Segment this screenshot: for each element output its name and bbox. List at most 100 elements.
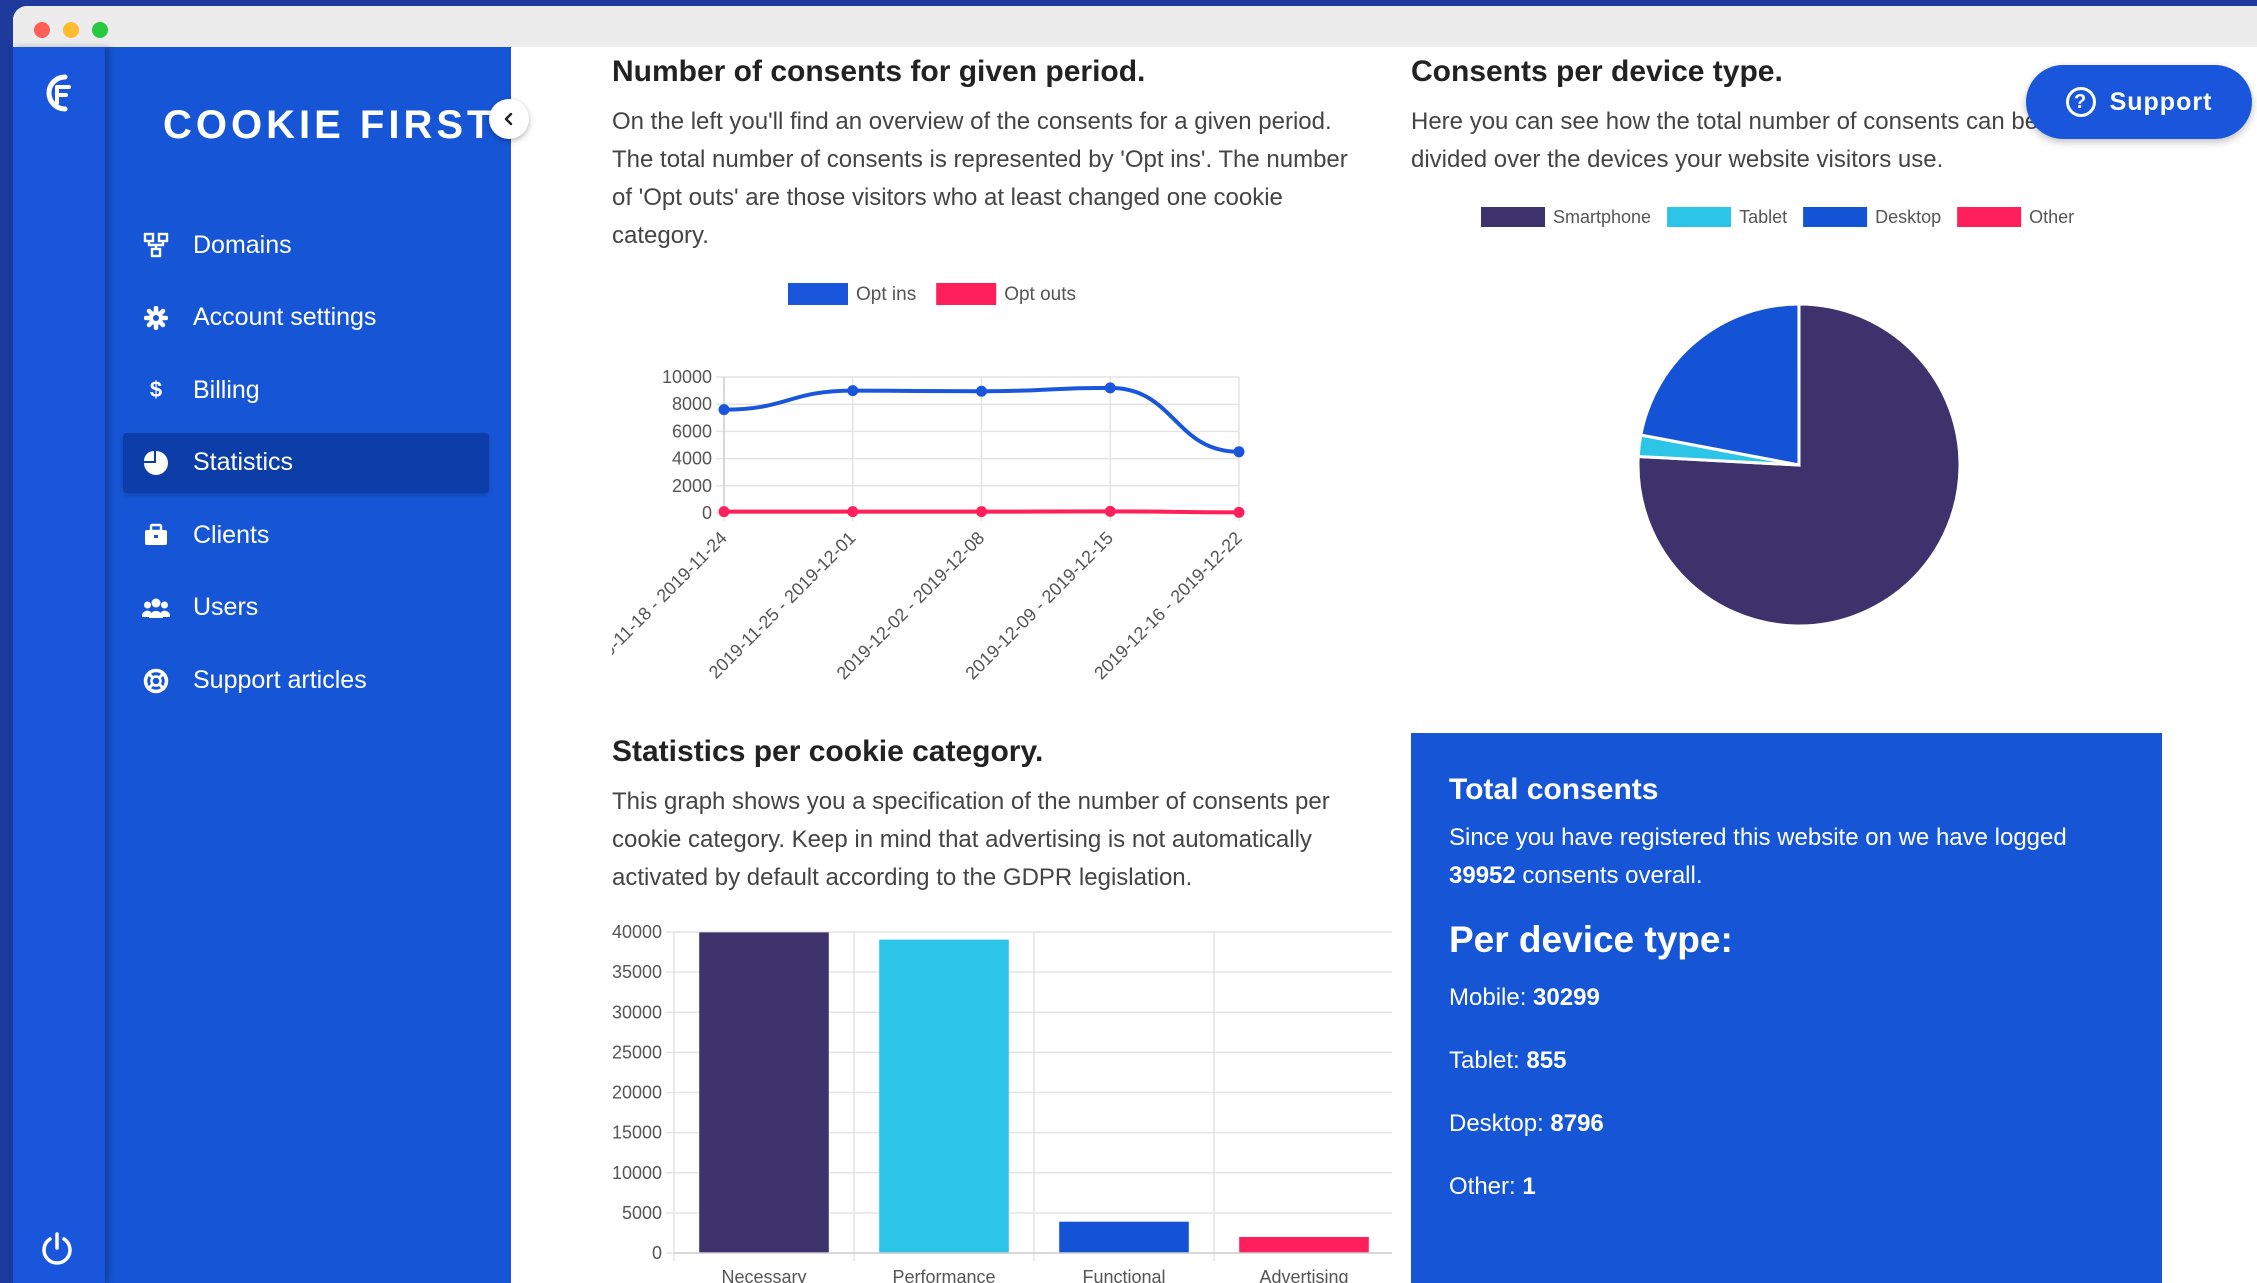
y-tick-label: 30000 xyxy=(612,1002,662,1022)
close-window-button[interactable] xyxy=(34,22,50,38)
x-tick-label: 2019-12-16 - 2019-12-22 xyxy=(1090,528,1246,684)
data-point xyxy=(1233,446,1245,458)
per-device-title: Per device type: xyxy=(1449,919,1733,960)
device-pie-chart: Smartphone Tablet Desktop Other xyxy=(1481,207,2074,628)
bar xyxy=(699,932,829,1253)
device-row-label: Tablet: xyxy=(1449,1047,1520,1074)
sidebar-nav: Domains Account settings $ Billing Stati… xyxy=(123,215,489,723)
cookie-first-logo-icon[interactable] xyxy=(35,69,79,117)
support-button[interactable]: ? Support xyxy=(2026,65,2252,139)
legend-swatch xyxy=(1481,207,1545,227)
period-description: On the left you'll find an overview of t… xyxy=(612,108,1348,249)
gear-icon xyxy=(141,303,171,333)
x-tick-label: 2019-11-18 - 2019-11-24 xyxy=(612,528,731,682)
sidebar-item-account-settings[interactable]: Account settings xyxy=(123,288,489,348)
legend-swatch xyxy=(1957,207,2022,227)
brand-name: COOKIE FIRST xyxy=(163,103,496,147)
x-tick-label: Advertising xyxy=(1259,1267,1348,1283)
device-row-label: Desktop: xyxy=(1449,1110,1544,1137)
total-consents-panel: Total consents Since you have registered… xyxy=(1411,733,2162,1283)
legend-label: Smartphone xyxy=(1553,207,1651,227)
category-description: This graph shows you a specification of … xyxy=(612,788,1330,891)
sidebar-item-domains[interactable]: Domains xyxy=(123,215,489,275)
y-tick-label: 10000 xyxy=(662,367,712,387)
sidebar-item-clients[interactable]: Clients xyxy=(123,505,489,565)
sidebar-item-billing[interactable]: $ Billing xyxy=(123,360,489,420)
sidebar-item-label: Billing xyxy=(193,375,260,404)
power-icon[interactable] xyxy=(37,1229,77,1269)
device-title: Consents per device type. xyxy=(1411,55,1783,88)
sidebar-item-statistics[interactable]: Statistics xyxy=(123,432,489,493)
legend-label: Opt ins xyxy=(856,284,916,305)
device-row-desktop: Desktop: 8796 xyxy=(1449,1110,1604,1138)
y-tick-label: 10000 xyxy=(612,1163,662,1183)
data-point xyxy=(1104,505,1116,517)
device-row-value: 1 xyxy=(1522,1173,1536,1200)
bar xyxy=(879,939,1009,1253)
device-row-value: 855 xyxy=(1526,1047,1567,1074)
device-row-value: 8796 xyxy=(1550,1110,1604,1137)
pie-slice xyxy=(1639,302,1801,467)
legend-swatch xyxy=(1667,207,1732,227)
period-title: Number of consents for given period. xyxy=(612,55,1146,88)
sidebar-item-users[interactable]: Users xyxy=(123,578,489,638)
x-tick-label: 2019-12-09 - 2019-12-15 xyxy=(961,528,1117,684)
sidebar-item-support-articles[interactable]: Support articles xyxy=(123,651,489,711)
sidebar-item-label: Account settings xyxy=(193,303,377,332)
bar xyxy=(1239,1236,1369,1253)
total-consents-title: Total consents xyxy=(1449,773,1659,806)
sidebar-item-label: Domains xyxy=(193,230,292,259)
sidebar-item-label: Users xyxy=(193,593,259,622)
users-icon xyxy=(141,593,171,623)
x-tick-label: Functional xyxy=(1082,1267,1165,1283)
category-bar-chart: 40000 35000 30000 25000 20000 15000 10000 5000 0… xyxy=(612,922,1392,1283)
data-point xyxy=(718,404,730,416)
data-point xyxy=(1104,382,1116,394)
device-row-tablet: Tablet: 855 xyxy=(1449,1047,1566,1075)
legend-label: Tablet xyxy=(1739,207,1787,227)
legend-swatch xyxy=(788,283,848,305)
x-tick-label: Performance xyxy=(892,1267,995,1283)
total-consents-text: Since you have registered this website o… xyxy=(1449,819,2139,895)
y-tick-label: 0 xyxy=(702,503,712,523)
y-tick-label: 15000 xyxy=(612,1123,662,1143)
lifebuoy-icon xyxy=(141,666,171,696)
minimize-window-button[interactable] xyxy=(63,22,79,38)
dollar-icon: $ xyxy=(149,377,163,403)
legend-label: Opt outs xyxy=(1004,284,1076,305)
legend-label: Desktop xyxy=(1875,207,1941,227)
x-tick-label: Necessary xyxy=(721,1267,806,1283)
sidebar-item-label: Clients xyxy=(193,520,270,549)
category-title: Statistics per cookie category. xyxy=(612,735,1044,768)
y-tick-label: 35000 xyxy=(612,962,662,982)
total-text-after: consents overall. xyxy=(1522,862,1703,889)
consents-line-chart: Opt ins Opt outs 10000 8000 6000 4000 2000 0 201… xyxy=(612,283,1246,684)
sidebar-item-label: Support articles xyxy=(193,666,367,695)
support-label: Support xyxy=(2109,87,2213,116)
device-description: Here you can see how the total number of… xyxy=(1411,108,2039,173)
bar xyxy=(1059,1221,1189,1253)
data-point xyxy=(976,506,987,518)
legend-swatch xyxy=(1803,207,1868,227)
data-point xyxy=(1233,506,1245,518)
collapse-sidebar-button[interactable] xyxy=(489,99,529,139)
device-row-mobile: Mobile: 30299 xyxy=(1449,984,1600,1012)
total-consents-value: 39952 xyxy=(1449,862,1516,889)
sitemap-icon xyxy=(141,230,171,260)
chevron-left-icon xyxy=(504,112,513,126)
y-tick-label: 0 xyxy=(652,1243,662,1263)
pie-chart-icon xyxy=(141,448,171,478)
data-point xyxy=(976,385,987,397)
y-tick-label: 2000 xyxy=(672,476,712,496)
maximize-window-button[interactable] xyxy=(92,22,108,38)
icon-rail xyxy=(13,47,105,1283)
y-tick-label: 8000 xyxy=(672,394,712,414)
y-tick-label: 5000 xyxy=(622,1203,662,1223)
device-row-value: 30299 xyxy=(1533,984,1600,1011)
y-tick-label: 4000 xyxy=(672,449,712,469)
window-titlebar xyxy=(13,6,2257,53)
question-icon: ? xyxy=(2065,87,2096,117)
x-tick-label: 2019-11-25 - 2019-12-01 xyxy=(705,528,860,683)
total-text-before: Since you have registered this website o… xyxy=(1449,824,2067,851)
y-tick-label: 6000 xyxy=(672,421,712,441)
